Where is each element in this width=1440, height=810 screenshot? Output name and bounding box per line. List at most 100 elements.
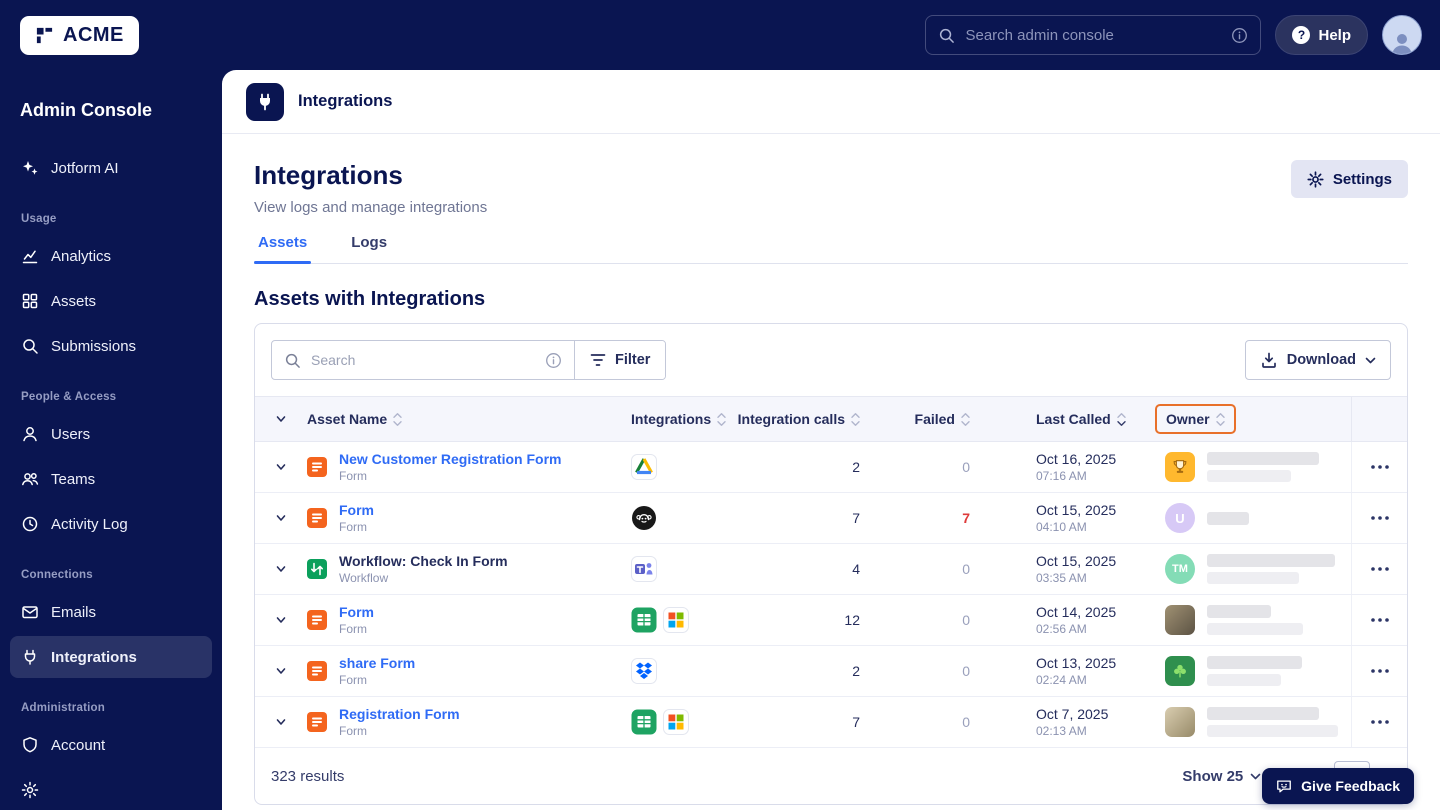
column-owner: Owner (1166, 411, 1210, 427)
tab-logs[interactable]: Logs (347, 234, 391, 263)
more-options-button[interactable] (1365, 510, 1395, 526)
column-asset-name: Asset Name (307, 411, 387, 427)
info-icon[interactable] (545, 352, 562, 369)
integration-icons (591, 658, 736, 684)
owner-avatar (1165, 605, 1195, 635)
sidebar-title: Admin Console (20, 100, 202, 121)
sort-icon[interactable] (961, 412, 970, 427)
failed-count-value: 0 (886, 714, 996, 730)
activity-icon (21, 515, 39, 533)
integration-calls-value: 2 (736, 459, 886, 475)
column-integration-calls: Integration calls (738, 411, 845, 427)
last-called-date: Oct 16, 2025 (1036, 451, 1141, 467)
failed-count-value: 0 (886, 561, 996, 577)
row-expand-icon[interactable] (271, 559, 291, 579)
sidebar-item-analytics[interactable]: Analytics (10, 235, 212, 277)
more-options-button[interactable] (1365, 459, 1395, 475)
tab-assets[interactable]: Assets (254, 234, 311, 263)
teams-icon (631, 556, 657, 582)
column-integrations: Integrations (631, 411, 711, 427)
more-options-button[interactable] (1365, 663, 1395, 679)
give-feedback-button[interactable]: Give Feedback (1262, 768, 1414, 804)
sidebar-item-users[interactable]: Users (10, 413, 212, 455)
sidebar-item-jotform-ai[interactable]: Jotform AI (10, 147, 212, 189)
owner-column-highlight: Owner (1155, 404, 1236, 434)
asset-type: Form (339, 520, 374, 534)
more-options-button[interactable] (1365, 714, 1395, 730)
table-row: Registration FormForm70Oct 7, 202502:13 … (255, 697, 1407, 748)
user-avatar[interactable] (1382, 15, 1422, 55)
chevron-down-icon (1365, 357, 1376, 364)
results-count: 323 results (271, 768, 344, 785)
more-options-button[interactable] (1365, 612, 1395, 628)
row-expand-icon[interactable] (271, 457, 291, 477)
redacted-owner-name (1207, 554, 1335, 584)
page-title: Integrations (254, 160, 487, 191)
owner-cell: U (1141, 503, 1351, 533)
microsoft-icon (663, 607, 689, 633)
failed-count-value: 0 (886, 459, 996, 475)
table-search-box (272, 341, 574, 379)
sidebar-item-partial[interactable] (10, 769, 212, 810)
sidebar-item-account[interactable]: Account (10, 724, 212, 766)
sparkles-icon (21, 159, 39, 177)
assets-icon (21, 292, 39, 310)
sidebar-section-label: Administration (21, 702, 201, 714)
search-icon (21, 337, 39, 355)
form-asset-icon (307, 661, 327, 681)
sidebar-item-integrations[interactable]: Integrations (10, 636, 212, 678)
failed-count-value: 0 (886, 663, 996, 679)
integration-icons (591, 709, 736, 735)
row-expand-icon[interactable] (271, 610, 291, 630)
filter-icon (590, 353, 606, 367)
admin-search-input[interactable] (965, 27, 1221, 44)
integration-icons (591, 556, 736, 582)
last-called-date: Oct 7, 2025 (1036, 706, 1141, 722)
sidebar: Admin Console Jotform AI UsageAnalyticsA… (0, 70, 222, 810)
search-icon (938, 27, 955, 44)
help-button[interactable]: ? Help (1275, 15, 1368, 55)
sort-icon[interactable] (1117, 412, 1126, 427)
integration-icons (591, 607, 736, 633)
asset-name-link[interactable]: Form (339, 502, 374, 518)
sort-icon[interactable] (717, 412, 726, 427)
download-icon (1260, 351, 1278, 369)
table-search-input[interactable] (311, 352, 535, 368)
info-icon[interactable] (1231, 27, 1248, 44)
download-button[interactable]: Download (1245, 340, 1391, 380)
sidebar-item-teams[interactable]: Teams (10, 458, 212, 500)
expand-all-icon[interactable] (271, 409, 291, 429)
dropbox-icon (631, 658, 657, 684)
owner-avatar: U (1165, 503, 1195, 533)
sidebar-item-emails[interactable]: Emails (10, 591, 212, 633)
owner-avatar (1165, 656, 1195, 686)
acme-logo[interactable]: ACME (20, 16, 139, 55)
asset-name-link[interactable]: Workflow: Check In Form (339, 553, 508, 569)
asset-name-link[interactable]: New Customer Registration Form (339, 451, 561, 467)
row-expand-icon[interactable] (271, 508, 291, 528)
sidebar-item-submissions[interactable]: Submissions (10, 325, 212, 367)
owner-cell (1141, 707, 1351, 737)
sidebar-item-activity-log[interactable]: Activity Log (10, 503, 212, 545)
more-options-button[interactable] (1365, 561, 1395, 577)
table-row: Workflow: Check In FormWorkflow40Oct 15,… (255, 544, 1407, 595)
asset-name-link[interactable]: Registration Form (339, 706, 460, 722)
asset-name-link[interactable]: share Form (339, 655, 415, 671)
sort-icon[interactable] (1216, 412, 1225, 427)
sidebar-section-label: Usage (21, 213, 201, 225)
sidebar-item-assets[interactable]: Assets (10, 280, 212, 322)
gear-icon (1307, 171, 1324, 188)
plug-icon (21, 648, 39, 666)
row-expand-icon[interactable] (271, 661, 291, 681)
row-expand-icon[interactable] (271, 712, 291, 732)
integration-calls-value: 4 (736, 561, 886, 577)
settings-button[interactable]: Settings (1291, 160, 1408, 198)
sidebar-section-label: Connections (21, 569, 201, 581)
filter-button[interactable]: Filter (574, 341, 665, 379)
sort-icon[interactable] (851, 412, 860, 427)
sort-icon[interactable] (393, 412, 402, 427)
column-last-called: Last Called (1036, 411, 1111, 427)
show-per-page-dropdown[interactable]: Show 25 (1182, 768, 1261, 785)
failed-count-value: 7 (886, 510, 996, 526)
asset-name-link[interactable]: Form (339, 604, 374, 620)
